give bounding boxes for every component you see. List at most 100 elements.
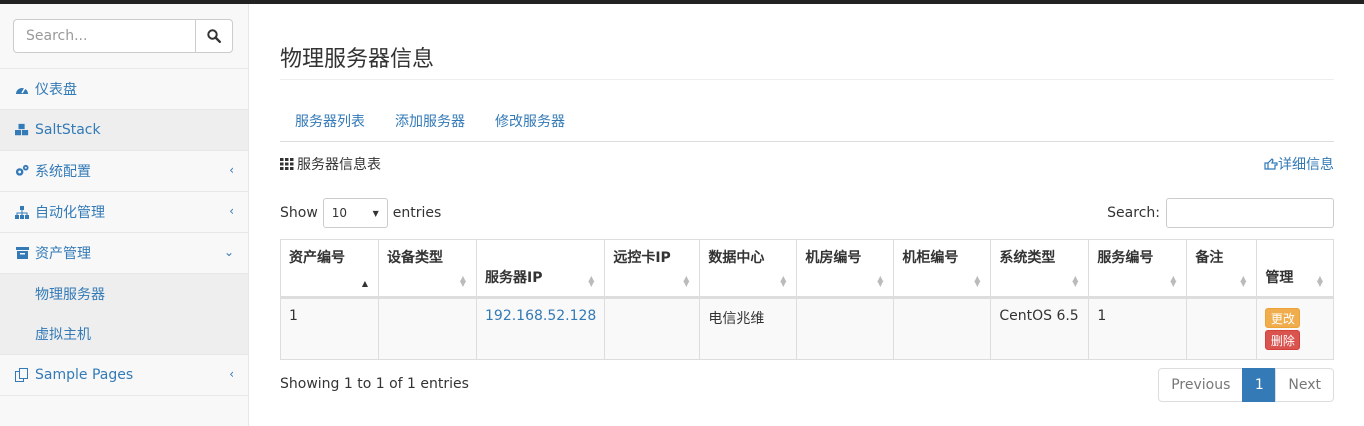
sort-icon: ▲ ▼ (683, 274, 690, 288)
table-header-row: 资产编号 ▲ 设备类型 ▲ ▼ 服务器IP ▲ ▼ 远控卡IP ▲ ▼ 数据中心 ▲ ▼ 机房编号… (280, 239, 1334, 299)
server-table: 资产编号 ▲ 设备类型 ▲ ▼ 服务器IP ▲ ▼ 远控卡IP ▲ ▼ 数据中心 ▲ ▼ 机房编号… (280, 239, 1334, 360)
cell-cabinet-no (893, 297, 992, 360)
column-header-datacenter[interactable]: 数据中心 ▲ ▼ (699, 239, 798, 299)
table-filter: Search: (1107, 198, 1334, 228)
column-header-service-no[interactable]: 服务编号 ▲ ▼ (1088, 239, 1188, 299)
cell-room-no (796, 297, 895, 360)
column-label: 远控卡IP (613, 250, 671, 266)
entries-label: entries (392, 205, 442, 221)
column-label: 备注 (1195, 250, 1224, 266)
chevron-left-icon: ‹ (229, 367, 234, 381)
column-header-room-no[interactable]: 机房编号 ▲ ▼ (796, 239, 895, 299)
sort-icon: ▲ ▼ (1240, 274, 1247, 288)
column-header-os-type[interactable]: 系统类型 ▲ ▼ (990, 239, 1090, 299)
title-divider (280, 79, 1334, 80)
table-info: Showing 1 to 1 of 1 entries (280, 376, 469, 392)
sidebar-item-saltstack[interactable]: SaltStack (0, 110, 248, 151)
panel-heading: 服务器信息表 (280, 154, 381, 174)
column-header-cabinet-no[interactable]: 机柜编号 ▲ ▼ (893, 239, 992, 299)
cell-remote-ip (604, 297, 701, 360)
sort-icon: ▲ ▼ (1072, 274, 1079, 288)
cell-manage: 更改 删除 (1256, 297, 1334, 360)
sort-icon: ▲ ▼ (780, 274, 787, 288)
search-icon (207, 29, 221, 43)
column-header-server-ip[interactable]: 服务器IP ▲ ▼ (475, 239, 606, 299)
detail-link-label: 详细信息 (1278, 157, 1334, 173)
dashboard-icon (15, 82, 29, 96)
entries-length: Show 10 ▼ entries (280, 198, 441, 228)
column-header-note[interactable]: 备注 ▲ ▼ (1186, 239, 1258, 299)
hand-pointer-icon (1264, 158, 1278, 170)
sort-icon: ▲ ▼ (1316, 274, 1323, 288)
search-button[interactable] (195, 19, 233, 53)
search-input[interactable] (13, 19, 195, 53)
detail-info-link[interactable]: 详细信息 (1264, 154, 1334, 174)
panel-title: 服务器信息表 (297, 157, 381, 173)
sort-icon: ▲ ▼ (459, 274, 466, 288)
cell-asset-no: 1 (280, 297, 379, 360)
column-label: 系统类型 (999, 250, 1056, 266)
sidebar-subitem-physical-servers[interactable]: 物理服务器 (0, 274, 248, 314)
column-label: 服务器IP (485, 270, 543, 286)
tab-bar: 服务器列表 添加服务器 修改服务器 (280, 101, 1334, 142)
entries-select[interactable]: 10 ▼ (322, 198, 388, 228)
gears-icon (15, 164, 29, 178)
column-label: 管理 (1265, 270, 1294, 286)
sidebar-item-label: 系统配置 (35, 164, 91, 180)
sidebar-item-automation[interactable]: 自动化管理 ‹ (0, 192, 248, 233)
column-header-device-type[interactable]: 设备类型 ▲ ▼ (378, 239, 477, 299)
edit-button[interactable]: 更改 (1265, 308, 1301, 328)
sidebar-item-label: 资产管理 (35, 246, 91, 262)
sitemap-icon (15, 205, 29, 219)
sort-icon: ▲ ▼ (877, 274, 884, 288)
tab-server-list[interactable]: 服务器列表 (280, 101, 380, 141)
server-ip-link[interactable]: 192.168.52.128 (485, 308, 596, 324)
asset-submenu: 物理服务器 虚拟主机 (0, 274, 248, 355)
subitem-label: 物理服务器 (35, 287, 105, 303)
chevron-left-icon: ‹ (229, 204, 234, 218)
pagination-previous[interactable]: Previous (1158, 368, 1244, 402)
sidebar-item-label: SaltStack (35, 122, 101, 138)
cell-datacenter: 电信兆维 (699, 297, 798, 360)
table-row: 1 192.168.52.128 电信兆维 CentOS 6.5 1 更改 删除 (280, 297, 1334, 360)
column-label: 机柜编号 (902, 250, 959, 266)
sort-asc-icon: ▲ (361, 279, 368, 288)
pagination: Previous 1 Next (1158, 368, 1334, 402)
grid-icon (280, 158, 294, 170)
page-title: 物理服务器信息 (280, 47, 435, 72)
column-label: 机房编号 (805, 250, 862, 266)
files-icon (15, 368, 29, 382)
sidebar-item-sample-pages[interactable]: Sample Pages ‹ (0, 355, 248, 396)
column-label: 数据中心 (708, 250, 765, 266)
filter-label: Search: (1107, 205, 1160, 221)
caret-down-icon: ▼ (372, 208, 379, 218)
chevron-left-icon: ‹ (229, 163, 234, 177)
sidebar-item-label: 自动化管理 (35, 205, 105, 221)
column-label: 资产编号 (289, 250, 345, 266)
cell-os-type: CentOS 6.5 (990, 297, 1090, 360)
chevron-down-icon: ⌄ (223, 245, 234, 259)
entries-select-value: 10 (331, 206, 348, 220)
sidebar-subitem-virtual-hosts[interactable]: 虚拟主机 (0, 314, 248, 354)
column-header-manage[interactable]: 管理 ▲ ▼ (1256, 239, 1334, 299)
sort-icon: ▲ ▼ (974, 274, 981, 288)
sidebar-item-label: Sample Pages (35, 367, 134, 383)
tab-edit-server[interactable]: 修改服务器 (480, 101, 580, 141)
column-header-remote-ip[interactable]: 远控卡IP ▲ ▼ (604, 239, 701, 299)
pagination-page-1[interactable]: 1 (1242, 368, 1277, 402)
delete-button[interactable]: 删除 (1265, 330, 1301, 350)
cell-device-type (378, 297, 477, 360)
sidebar-item-system-config[interactable]: 系统配置 ‹ (0, 151, 248, 192)
show-label: Show (280, 205, 318, 221)
pagination-next[interactable]: Next (1275, 368, 1334, 402)
sidebar-item-dashboard[interactable]: 仪表盘 (0, 69, 248, 110)
subitem-label: 虚拟主机 (35, 327, 91, 343)
tab-add-server[interactable]: 添加服务器 (380, 101, 480, 141)
table-search-input[interactable] (1166, 198, 1334, 228)
search-group (13, 19, 233, 53)
column-header-asset-no[interactable]: 资产编号 ▲ (280, 239, 379, 299)
cell-service-no: 1 (1088, 297, 1188, 360)
inbox-icon (15, 246, 29, 260)
cell-note (1186, 297, 1258, 360)
sidebar-item-asset-management[interactable]: 资产管理 ⌄ (0, 233, 248, 274)
